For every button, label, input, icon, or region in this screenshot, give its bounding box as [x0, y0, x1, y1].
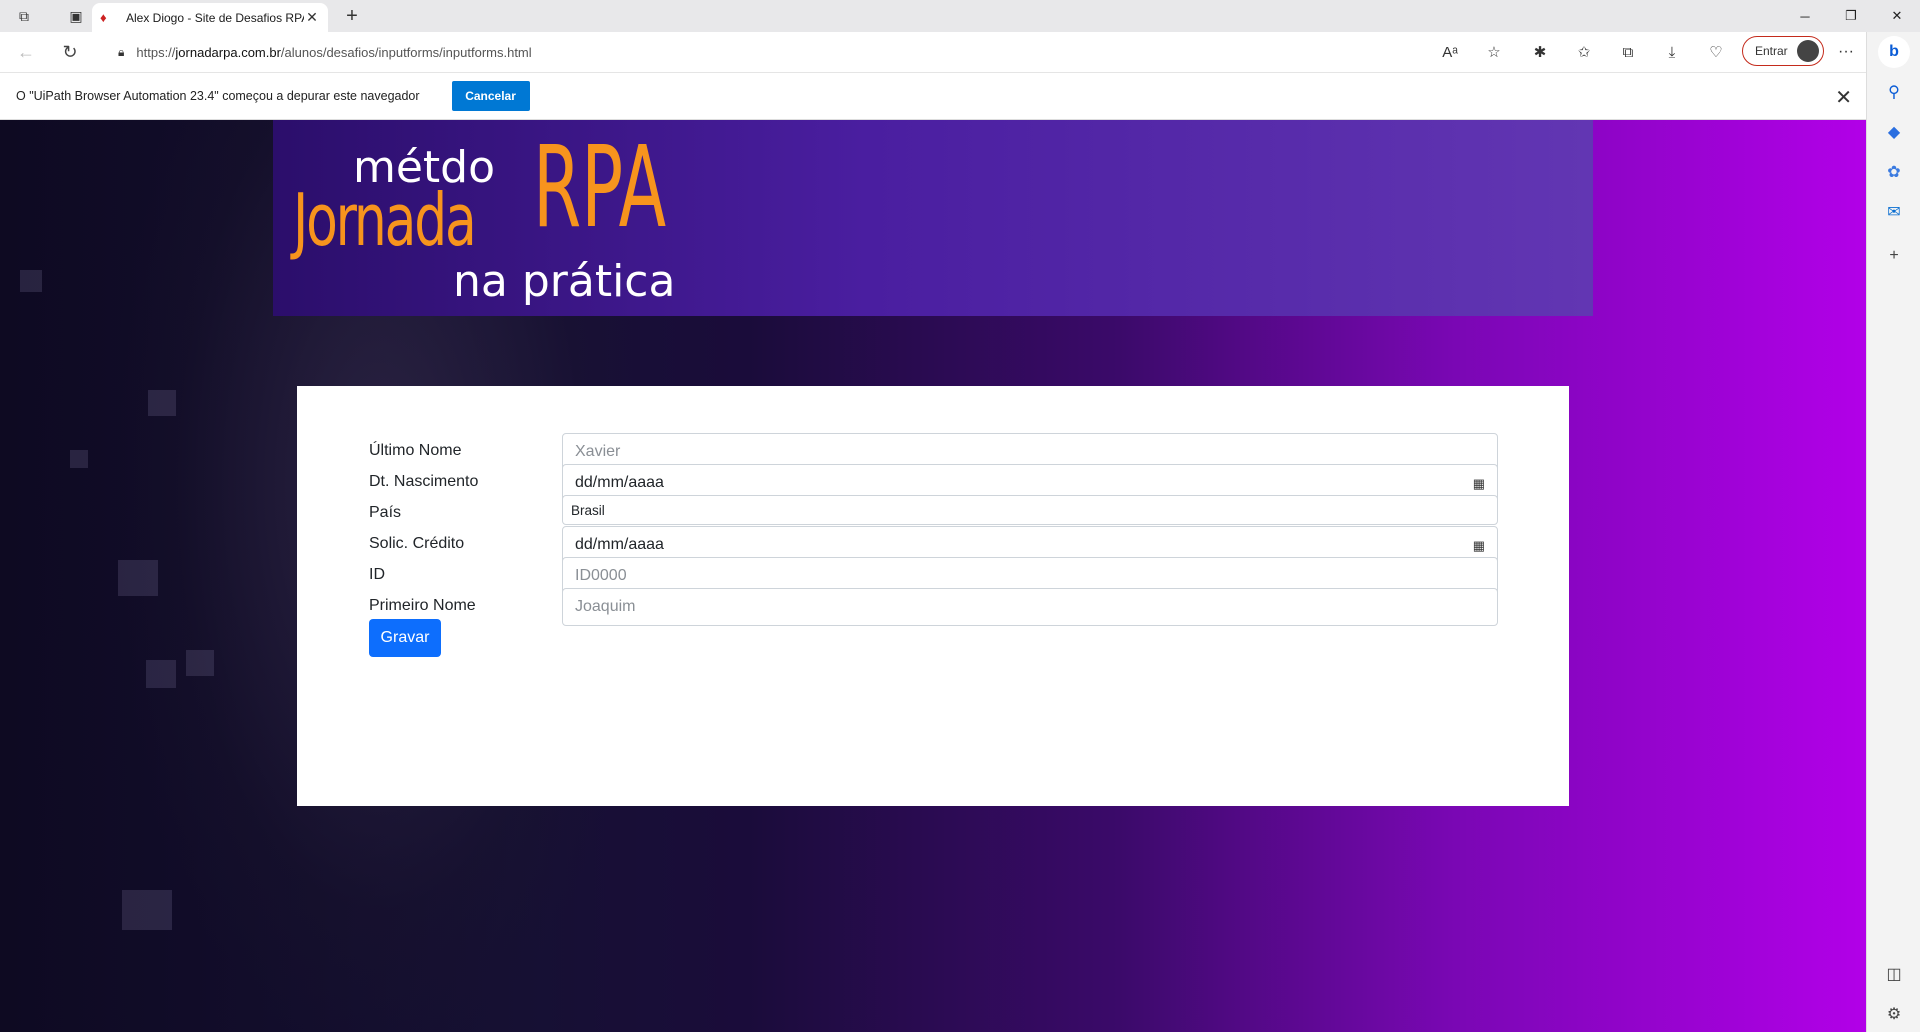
- close-infobar-icon[interactable]: ✕: [1835, 85, 1852, 110]
- label-pais: País: [369, 504, 402, 521]
- new-tab-button[interactable]: +: [336, 0, 368, 32]
- outlook-icon[interactable]: ✉: [1878, 196, 1910, 228]
- url-prefix: https://: [136, 44, 176, 60]
- shopping-icon[interactable]: ◆: [1878, 116, 1910, 148]
- calendar-icon[interactable]: ▦: [1473, 538, 1485, 554]
- tab-bar: ⧉ ▣ ♦ Alex Diogo - Site de Desafios RPA …: [0, 0, 1920, 32]
- address-bar: ← ↻ 🔒︎ https:// jornadarpa.com.br /aluno…: [0, 32, 1920, 72]
- edge-sidebar: b ⚲ ◆ ✿ ✉ + ◫ ⚙: [1866, 32, 1920, 1032]
- form-row-primeiro-nome: Primeiro Nome Joaquim: [369, 588, 1499, 626]
- decor-pixel: [186, 650, 214, 676]
- gravar-button[interactable]: Gravar: [369, 619, 441, 657]
- dt-nascimento-value: dd/mm/aaaa: [575, 474, 664, 491]
- back-button[interactable]: ←: [8, 34, 44, 70]
- more-options-icon[interactable]: ···: [1830, 36, 1862, 68]
- favorites-icon[interactable]: ✩: [1562, 43, 1606, 61]
- vertical-tabs-icon[interactable]: ▣: [60, 0, 92, 32]
- debugging-infobar: O "UiPath Browser Automation 23.4" começ…: [0, 72, 1866, 120]
- sidebar-settings-icon[interactable]: ⚙: [1878, 998, 1910, 1030]
- read-aloud-icon[interactable]: Aᵃ: [1428, 44, 1472, 61]
- tab-title: Alex Diogo - Site de Desafios RPA: [126, 10, 304, 25]
- cancel-button[interactable]: Cancelar: [451, 81, 530, 111]
- window-controls: ─ ❐ ✕: [1782, 0, 1920, 32]
- url-path: /alunos/desafios/inputforms/inputforms.h…: [280, 44, 532, 60]
- lock-icon[interactable]: 🔒︎: [118, 45, 124, 60]
- url-field[interactable]: 🔒︎ https:// jornadarpa.com.br /alunos/de…: [108, 36, 1508, 68]
- label-solic-credito: Solic. Crédito: [369, 535, 465, 552]
- infobar-message: O "UiPath Browser Automation 23.4" começ…: [16, 89, 420, 103]
- office-icon[interactable]: ✿: [1878, 156, 1910, 188]
- decor-pixel: [20, 270, 42, 292]
- minimize-icon[interactable]: ─: [1782, 0, 1828, 32]
- decor-pixel: [118, 560, 158, 596]
- extensions-icon[interactable]: ✱: [1518, 43, 1562, 61]
- sign-in-label: Entrar: [1755, 44, 1788, 58]
- workspaces-icon[interactable]: ⧉: [8, 0, 40, 32]
- site-header: métdo Jornada RPA na prática: [273, 120, 1593, 316]
- bing-chat-icon[interactable]: b: [1878, 36, 1910, 68]
- label-dt-nascimento: Dt. Nascimento: [369, 473, 479, 490]
- site-logo[interactable]: métdo Jornada RPA na prática: [293, 123, 693, 307]
- logo-rpa: RPA: [533, 123, 667, 253]
- solic-credito-value: dd/mm/aaaa: [575, 536, 664, 553]
- pais-input[interactable]: Brasil: [562, 495, 1498, 525]
- hide-sidebar-icon[interactable]: ◫: [1878, 958, 1910, 990]
- decor-pixel: [70, 450, 88, 468]
- sign-in-button[interactable]: Entrar: [1742, 36, 1824, 66]
- logo-jornada: Jornada: [293, 178, 477, 262]
- downloads-icon[interactable]: ⤓: [1650, 44, 1694, 61]
- collections-icon[interactable]: ⧉: [1606, 44, 1650, 61]
- label-primeiro-nome: Primeiro Nome: [369, 597, 476, 614]
- refresh-button[interactable]: ↻: [52, 34, 88, 70]
- avatar: [1797, 40, 1819, 62]
- tab-close-icon[interactable]: ✕: [304, 9, 320, 26]
- favorite-star-icon[interactable]: ☆: [1472, 43, 1516, 61]
- page-background: métdo Jornada RPA na prática Último Nome…: [0, 120, 1866, 1032]
- browser-essentials-icon[interactable]: ♡: [1694, 43, 1738, 61]
- search-icon[interactable]: ⚲: [1878, 76, 1910, 108]
- address-bar-icons: Aᵃ ☆ ✱ ✩ ⧉ ⤓ ♡: [1428, 36, 1738, 68]
- restore-icon[interactable]: ❐: [1828, 0, 1874, 32]
- url-host: jornadarpa.com.br: [175, 44, 281, 60]
- primeiro-nome-input[interactable]: Joaquim: [562, 588, 1498, 626]
- label-id: ID: [369, 566, 385, 583]
- decor-pixel: [146, 660, 176, 688]
- calendar-icon[interactable]: ▦: [1473, 476, 1485, 492]
- tab-active[interactable]: ♦ Alex Diogo - Site de Desafios RPA ✕: [92, 3, 328, 32]
- favicon-icon: ♦: [100, 9, 107, 25]
- add-sidebar-app-icon[interactable]: +: [1878, 240, 1910, 272]
- logo-pratica: na prática: [453, 256, 676, 307]
- decor-pixel: [122, 890, 172, 930]
- close-window-icon[interactable]: ✕: [1874, 0, 1920, 32]
- label-ultimo-nome: Último Nome: [369, 442, 462, 459]
- form-card: Último Nome Xavier Dt. Nascimento dd/mm/…: [297, 386, 1569, 806]
- decor-pixel: [148, 390, 176, 416]
